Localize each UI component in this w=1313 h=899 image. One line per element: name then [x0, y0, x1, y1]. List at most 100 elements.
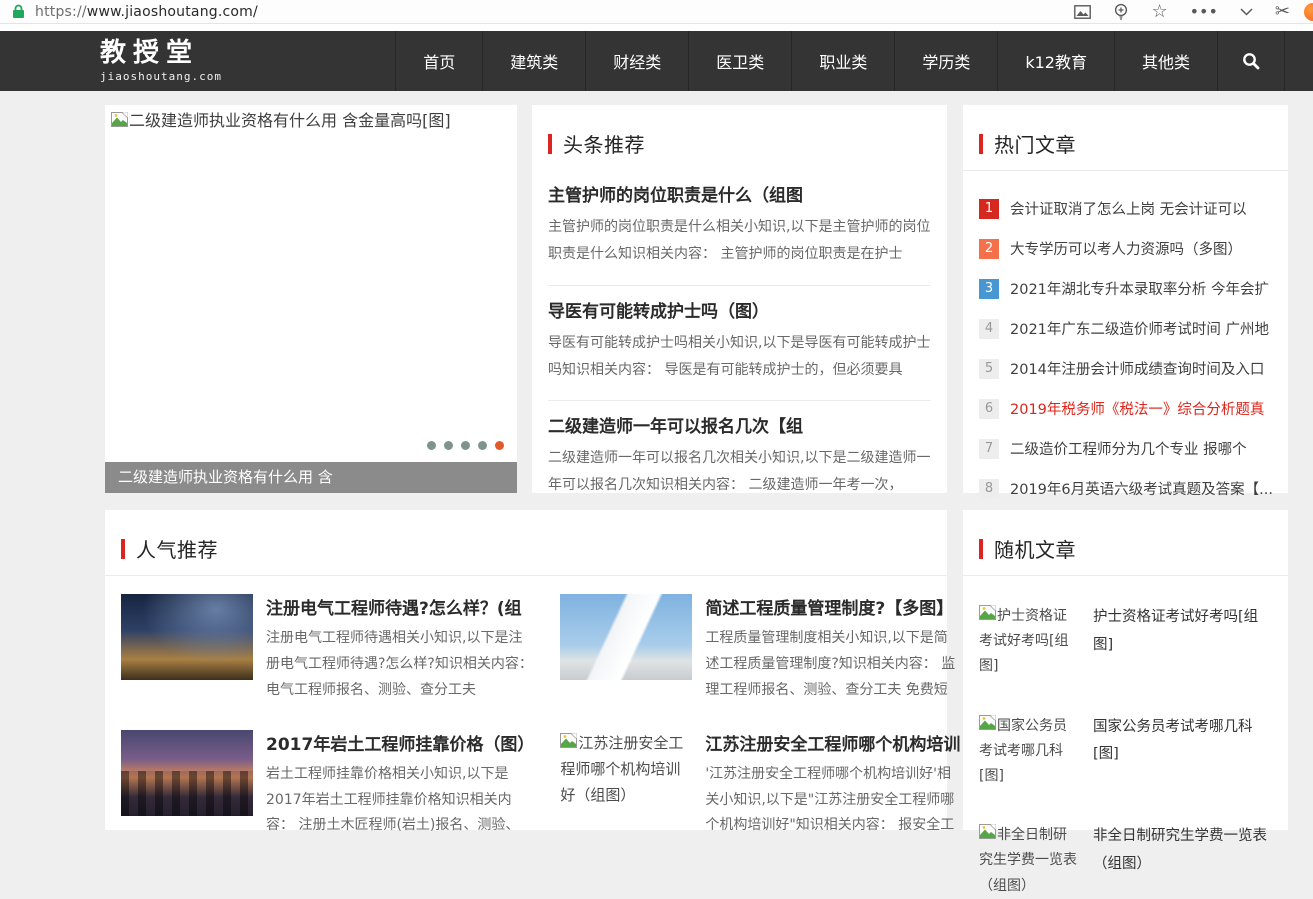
- random-article-link[interactable]: 非全日制研究生学费一览表 （组图）: [1093, 823, 1272, 899]
- chevron-down-icon[interactable]: [1240, 8, 1253, 16]
- nav-item-finance[interactable]: 财经类: [585, 31, 688, 91]
- hot-article-link[interactable]: 大专学历可以考人力资源吗（多图）: [1010, 238, 1242, 259]
- idea-lens-icon[interactable]: [1113, 3, 1129, 20]
- broken-image-icon: [560, 733, 577, 748]
- browser-brand-icon[interactable]: [1304, 3, 1313, 21]
- carousel-slide[interactable]: 二级建造师执业资格有什么用 含金量高吗[图]: [105, 105, 517, 138]
- nav-item-construction[interactable]: 建筑类: [482, 31, 585, 91]
- random-article-item[interactable]: 护士资格证考试好考吗[组图] 护士资格证考试好考吗[组图]: [979, 604, 1272, 680]
- main-navbar: 教授堂 jiaoshoutang.com 首页 建筑类 财经类 医卫类 职业类 …: [0, 31, 1313, 91]
- random-thumb-broken: 国家公务员考试考哪几科[图]: [979, 714, 1079, 790]
- favorite-star-icon[interactable]: ☆: [1151, 3, 1167, 21]
- section-divider: [963, 575, 1288, 576]
- rank-badge: 8: [979, 479, 999, 499]
- carousel-dot[interactable]: [427, 441, 436, 450]
- hot-article-link[interactable]: 2019年税务师《税法一》综合分析题真: [1010, 398, 1264, 419]
- hot-article-item[interactable]: 1 会计证取消了怎么上岗 无会计证可以: [979, 198, 1272, 219]
- rank-badge: 2: [979, 239, 999, 259]
- nav-item-vocational[interactable]: 职业类: [791, 31, 894, 91]
- card-thumbnail-museum[interactable]: [560, 594, 692, 680]
- carousel-caption[interactable]: 二级建造师执业资格有什么用 含: [105, 462, 517, 493]
- hot-article-item[interactable]: 7 二级造价工程师分为几个专业 报哪个: [979, 438, 1272, 459]
- hot-article-item[interactable]: 8 2019年6月英语六级考试真题及答案【...: [979, 478, 1272, 499]
- card-title[interactable]: 2017年岩土工程师挂靠价格（图）: [266, 730, 534, 755]
- featured-carousel[interactable]: 二级建造师执业资格有什么用 含金量高吗[图] 二级建造师执业资格有什么用 含: [105, 105, 517, 493]
- carousel-dot[interactable]: [461, 441, 470, 450]
- nav-item-k12[interactable]: k12教育: [997, 31, 1114, 91]
- headline-article[interactable]: 导医有可能转成护士吗（图） 导医有可能转成护士吗相关小知识,以下是导医有可能转成…: [548, 286, 931, 402]
- url-text[interactable]: https://www.jiaoshoutang.com/: [35, 4, 258, 20]
- hot-article-item[interactable]: 5 2014年注册会计师成绩查询时间及入口: [979, 358, 1272, 379]
- carousel-slide-alt-text: 二级建造师执业资格有什么用 含金量高吗[图]: [129, 111, 451, 132]
- headline-section: 头条推荐 主管护师的岗位职责是什么（组图 主管护师的岗位职责是什么相关小知识,以…: [532, 105, 947, 493]
- carousel-dot[interactable]: [478, 441, 487, 450]
- logo-title: 教授堂: [100, 39, 222, 68]
- card-title[interactable]: 注册电气工程师待遇?怎么样？(组: [266, 594, 534, 619]
- hot-articles-header: 热门文章: [979, 105, 1272, 170]
- card-title[interactable]: 简述工程质量管理制度?【多图】: [705, 594, 960, 619]
- headline-article[interactable]: 二级建造师一年可以报名几次【组 二级建造师一年可以报名几次相关小知识,以下是二级…: [548, 401, 931, 516]
- article-title[interactable]: 主管护师的岗位职责是什么（组图: [548, 181, 931, 206]
- article-title[interactable]: 二级建造师一年可以报名几次【组: [548, 412, 931, 437]
- random-article-link[interactable]: 护士资格证考试好考吗[组图]: [1093, 604, 1272, 680]
- card-title[interactable]: 江苏注册安全工程师哪个机构培训: [705, 730, 960, 755]
- image-preview-icon[interactable]: [1074, 5, 1091, 19]
- card-thumbnail-skyline[interactable]: [121, 730, 253, 816]
- random-article-link[interactable]: 国家公务员考试考哪几科[图]: [1093, 714, 1272, 790]
- hot-article-link[interactable]: 二级造价工程师分为几个专业 报哪个: [1010, 438, 1247, 459]
- hot-article-link[interactable]: 2014年注册会计师成绩查询时间及入口: [1010, 358, 1264, 379]
- random-section: 随机文章 护士资格证考试好考吗[组图] 护士资格证考试好考吗[组图] 国家公务员…: [963, 510, 1288, 830]
- popular-title: 人气推荐: [136, 534, 218, 563]
- more-menu-icon[interactable]: •••: [1190, 4, 1218, 20]
- section-accent-bar: [979, 539, 983, 559]
- main-content: 二级建造师执业资格有什么用 含金量高吗[图] 二级建造师执业资格有什么用 含 头…: [105, 105, 1288, 830]
- card-desc: 工程质量管理制度相关小知识,以下是简述工程质量管理制度?知识相关内容： 监理工程…: [705, 626, 960, 704]
- rank-badge: 1: [979, 199, 999, 219]
- hot-article-item-highlighted[interactable]: 6 2019年税务师《税法一》综合分析题真: [979, 398, 1272, 419]
- popular-card[interactable]: 注册电气工程师待遇?怎么样？(组 注册电气工程师待遇相关小知识,以下是注册电气工…: [121, 594, 534, 704]
- carousel-dot[interactable]: [444, 441, 453, 450]
- nav-item-medical[interactable]: 医卫类: [688, 31, 791, 91]
- nav-item-education-degree[interactable]: 学历类: [894, 31, 997, 91]
- hot-articles-list: 1 会计证取消了怎么上岗 无会计证可以 2 大专学历可以考人力资源吗（多图） 3…: [979, 171, 1272, 499]
- scissors-clip-icon[interactable]: ✂: [1275, 3, 1290, 21]
- broken-image-icon: [111, 112, 128, 127]
- section-accent-bar: [121, 539, 125, 559]
- popular-section: 人气推荐 注册电气工程师待遇?怎么样？(组 注册电气工程师待遇相关小知识,以下是…: [105, 510, 947, 830]
- random-article-item[interactable]: 非全日制研究生学费一览表（组图） 非全日制研究生学费一览表 （组图）: [979, 823, 1272, 899]
- site-logo[interactable]: 教授堂 jiaoshoutang.com: [100, 31, 222, 91]
- card-thumbnail-cathedral[interactable]: [121, 594, 253, 680]
- rank-badge: 6: [979, 399, 999, 419]
- hot-article-link[interactable]: 2019年6月英语六级考试真题及答案【...: [1010, 478, 1272, 499]
- popular-card[interactable]: 简述工程质量管理制度?【多图】 工程质量管理制度相关小知识,以下是简述工程质量管…: [560, 594, 960, 704]
- card-desc: '江苏注册安全工程师哪个机构培训好'相关小知识,以下是"江苏注册安全工程师哪个机…: [705, 762, 960, 840]
- hot-article-item[interactable]: 3 2021年湖北专升本录取率分析 今年会扩: [979, 278, 1272, 299]
- popular-card[interactable]: 2017年岩土工程师挂靠价格（图） 岩土工程师挂靠价格相关小知识,以下是2017…: [121, 730, 534, 840]
- hot-article-item[interactable]: 2 大专学历可以考人力资源吗（多图）: [979, 238, 1272, 259]
- nav-item-other[interactable]: 其他类: [1114, 31, 1217, 91]
- article-desc: 导医有可能转成护士吗相关小知识,以下是导医有可能转成护士吗知识相关内容： 导医是…: [548, 330, 931, 385]
- rank-badge: 3: [979, 279, 999, 299]
- card-thumbnail-alt-text: 江苏注册安全工程师哪个机构培训好（组图）: [560, 734, 683, 805]
- hot-article-link[interactable]: 2021年广东二级造价师考试时间 广州地: [1010, 318, 1269, 339]
- search-button[interactable]: [1217, 31, 1285, 91]
- carousel-dot-active[interactable]: [495, 441, 504, 450]
- rank-badge: 7: [979, 439, 999, 459]
- hot-articles-section: 热门文章 1 会计证取消了怎么上岗 无会计证可以 2 大专学历可以考人力资源吗（…: [963, 105, 1288, 493]
- article-desc: 主管护师的岗位职责是什么相关小知识,以下是主管护师的岗位职责是什么知识相关内容：…: [548, 214, 931, 269]
- article-title[interactable]: 导医有可能转成护士吗（图）: [548, 297, 931, 322]
- logo-domain: jiaoshoutang.com: [100, 70, 222, 83]
- headline-header: 头条推荐: [548, 105, 931, 170]
- address-bar[interactable]: https://www.jiaoshoutang.com/ ☆ ••• ✂: [0, 0, 1313, 24]
- headline-article[interactable]: 主管护师的岗位职责是什么（组图 主管护师的岗位职责是什么相关小知识,以下是主管护…: [548, 170, 931, 286]
- broken-image-icon: [979, 715, 996, 730]
- card-thumbnail-broken[interactable]: 江苏注册安全工程师哪个机构培训好（组图）: [560, 730, 692, 816]
- random-article-item[interactable]: 国家公务员考试考哪几科[图] 国家公务员考试考哪几科[图]: [979, 714, 1272, 790]
- broken-image-icon: [979, 824, 996, 839]
- hot-article-link[interactable]: 2021年湖北专升本录取率分析 今年会扩: [1010, 278, 1269, 299]
- hot-article-item[interactable]: 4 2021年广东二级造价师考试时间 广州地: [979, 318, 1272, 339]
- popular-card[interactable]: 江苏注册安全工程师哪个机构培训好（组图） 江苏注册安全工程师哪个机构培训 '江苏…: [560, 730, 960, 840]
- hot-article-link[interactable]: 会计证取消了怎么上岗 无会计证可以: [1010, 198, 1247, 219]
- nav-item-home[interactable]: 首页: [395, 31, 482, 91]
- rank-badge: 5: [979, 359, 999, 379]
